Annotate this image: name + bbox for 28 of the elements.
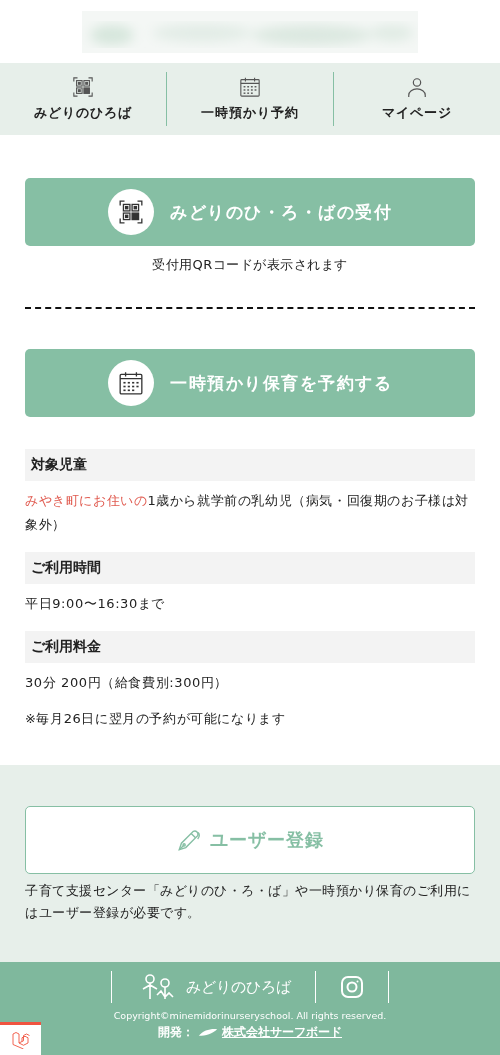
developer-link[interactable]: 株式会社サーフボード: [222, 1024, 342, 1041]
instagram-icon[interactable]: [340, 975, 364, 999]
calendar-icon: [239, 76, 261, 98]
person-icon: [406, 76, 428, 98]
info-text: 平日9:00〜16:30まで: [25, 595, 167, 613]
nav-link[interactable]: みどりのひろば: [0, 72, 166, 126]
surfboard-icon: [198, 1028, 218, 1037]
qr-code-icon: [72, 76, 94, 98]
caption: 受付用QRコードが表示されます: [151, 256, 349, 274]
framework-logo-icon[interactable]: [0, 1022, 41, 1055]
pen-icon: [176, 827, 202, 853]
section-heading: 対象児童: [25, 449, 475, 481]
qr-code-icon: [118, 199, 144, 225]
notice-text: ※毎月26日に翌月の予約が可能になります: [25, 710, 287, 728]
info-text: 30分 200円（給食費別:300円）: [25, 674, 230, 692]
developer-label: 開発：: [158, 1024, 194, 1041]
nav-link[interactable]: マイページ: [333, 72, 500, 126]
description-text: 子育て支援センター「みどりのひ・ろ・ば」や一時預かり保育のご利用にはユーザー登録が必要です。: [25, 882, 472, 922]
footer-logo-link[interactable]: みどりのひろば: [112, 971, 316, 1003]
calendar-icon: [118, 370, 144, 396]
copyright-text: Copyright©minemidorinurseryschool. All rights reserved.: [113, 1010, 387, 1021]
section-heading: ご利用料金: [25, 631, 475, 663]
info-text: みやき町にお住いの1歳から就学前の乳幼児（病気・回復期のお子様は対象外）: [25, 492, 471, 534]
action-button[interactable]: みどりのひ・ろ・ばの受付: [25, 178, 475, 246]
section-heading: ご利用時間: [25, 552, 475, 584]
nav-link[interactable]: 一時預かり予約: [166, 72, 333, 126]
register-button[interactable]: ユーザー登録: [25, 806, 475, 874]
action-button[interactable]: 一時預かり保育を予約する: [25, 349, 475, 417]
